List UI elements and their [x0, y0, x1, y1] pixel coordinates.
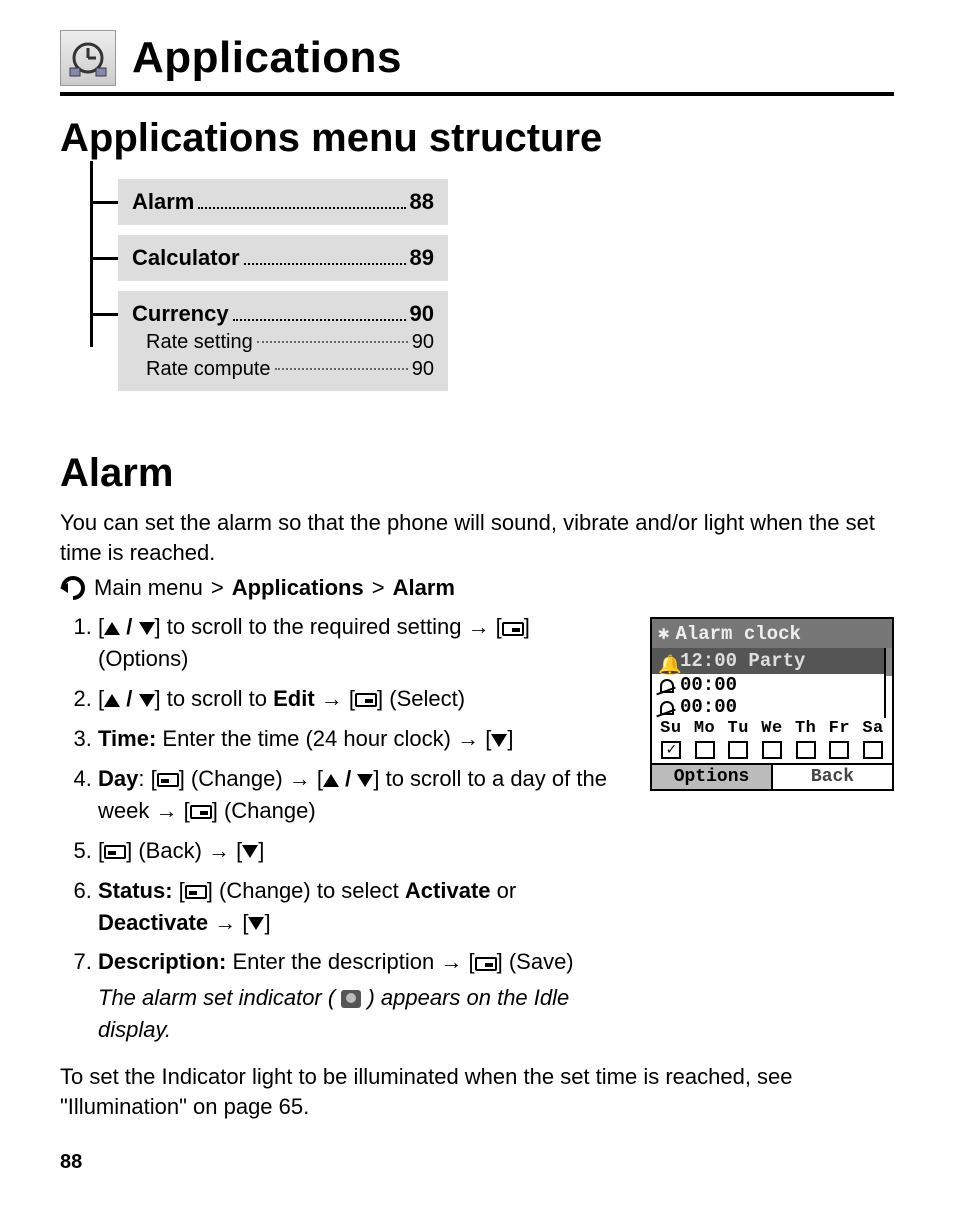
menu-item: Calculator 89: [118, 235, 448, 281]
phone-screenshot: ✱ Alarm clock 🔔 12:00 Party 00:00: [650, 617, 894, 1054]
down-arrow-icon: [242, 845, 258, 858]
left-softkey-icon: [502, 622, 524, 636]
right-softkey-icon: [104, 845, 126, 859]
menu-item: Currency 90 Rate setting90 Rate compute90: [118, 291, 448, 391]
section-title: Applications menu structure: [60, 116, 894, 161]
alarm-clock-icon: ✱: [658, 622, 669, 645]
menu-item-page: 90: [410, 301, 434, 327]
alarm-heading: Alarm: [60, 451, 894, 496]
breadcrumb-main: Main menu: [94, 575, 203, 601]
day-label: Fr: [829, 719, 850, 738]
menu-item-label: Currency: [132, 301, 229, 327]
bell-off-icon: [658, 677, 674, 693]
menu-subitem: Rate compute90: [132, 358, 434, 381]
menu-item: Alarm 88: [118, 179, 448, 225]
day-checkbox[interactable]: [661, 741, 681, 759]
step-2: [ / ] to scroll to Edit → [] (Select): [98, 683, 626, 715]
down-arrow-icon: [139, 694, 155, 707]
up-arrow-icon: [323, 774, 339, 787]
menu-tree: Alarm 88 Calculator 89 Currency 90 Rate set…: [80, 179, 894, 391]
up-arrow-icon: [104, 694, 120, 707]
down-arrow-icon: [139, 622, 155, 635]
right-softkey-icon: [157, 773, 179, 787]
day-checkbox-row: [652, 739, 892, 763]
down-arrow-icon: [357, 774, 373, 787]
alarm-row[interactable]: 00:00: [652, 696, 884, 718]
alarm-row-selected[interactable]: 🔔 12:00 Party: [652, 648, 884, 674]
applications-icon: [60, 30, 116, 86]
step-5: [] (Back) → []: [98, 835, 626, 867]
alarm-row[interactable]: 00:00: [652, 674, 884, 696]
day-checkbox[interactable]: [762, 741, 782, 759]
left-softkey-icon: [355, 693, 377, 707]
nav-arrow-icon: [60, 575, 86, 601]
breadcrumb-applications: Applications: [232, 575, 364, 601]
day-checkbox[interactable]: [796, 741, 816, 759]
page-number: 88: [60, 1151, 894, 1174]
step-3: Time: Enter the time (24 hour clock) → […: [98, 723, 626, 755]
up-arrow-icon: [104, 622, 120, 635]
day-label: We: [761, 719, 782, 738]
bell-off-icon: [658, 699, 674, 715]
alarm-footer-note: To set the Indicator light to be illumin…: [60, 1062, 894, 1121]
step-4: Day: [] (Change) → [ / ] to scroll to a …: [98, 763, 626, 827]
menu-item-page: 89: [410, 245, 434, 271]
step-1: [ / ] to scroll to the required setting …: [98, 611, 626, 675]
page-title: Applications: [132, 33, 402, 83]
step-7: Description: Enter the description → [] …: [98, 946, 626, 1046]
down-arrow-icon: [248, 917, 264, 930]
instruction-list: [ / ] to scroll to the required setting …: [60, 611, 626, 1046]
day-label: Mo: [694, 719, 715, 738]
menu-subitem: Rate setting90: [132, 331, 434, 354]
step-6: Status: [] (Change) to select Activate o…: [98, 875, 626, 939]
menu-item-label: Calculator: [132, 245, 240, 271]
day-checkbox[interactable]: [863, 741, 883, 759]
softkey-options[interactable]: Options: [652, 765, 773, 789]
breadcrumb-alarm: Alarm: [393, 575, 455, 601]
day-checkbox[interactable]: [829, 741, 849, 759]
header: Applications: [60, 30, 894, 96]
right-softkey-icon: [185, 885, 207, 899]
menu-item-page: 88: [410, 189, 434, 215]
down-arrow-icon: [491, 734, 507, 747]
left-softkey-icon: [190, 805, 212, 819]
bell-on-icon: 🔔: [658, 653, 674, 669]
day-checkbox[interactable]: [728, 741, 748, 759]
alarm-intro: You can set the alarm so that the phone …: [60, 508, 894, 567]
left-softkey-icon: [475, 957, 497, 971]
day-label: Su: [660, 719, 681, 738]
day-label: Sa: [862, 719, 883, 738]
softkey-back[interactable]: Back: [773, 765, 892, 789]
screen-title: ✱ Alarm clock: [652, 619, 892, 648]
alarm-indicator-icon: [341, 990, 361, 1008]
breadcrumb: Main menu > Applications > Alarm: [60, 575, 894, 601]
day-label: Th: [795, 719, 816, 738]
day-header-row: Su Mo Tu We Th Fr Sa: [652, 718, 892, 739]
day-checkbox[interactable]: [695, 741, 715, 759]
day-label: Tu: [728, 719, 749, 738]
menu-item-label: Alarm: [132, 189, 194, 215]
scrollbar[interactable]: [884, 648, 892, 718]
